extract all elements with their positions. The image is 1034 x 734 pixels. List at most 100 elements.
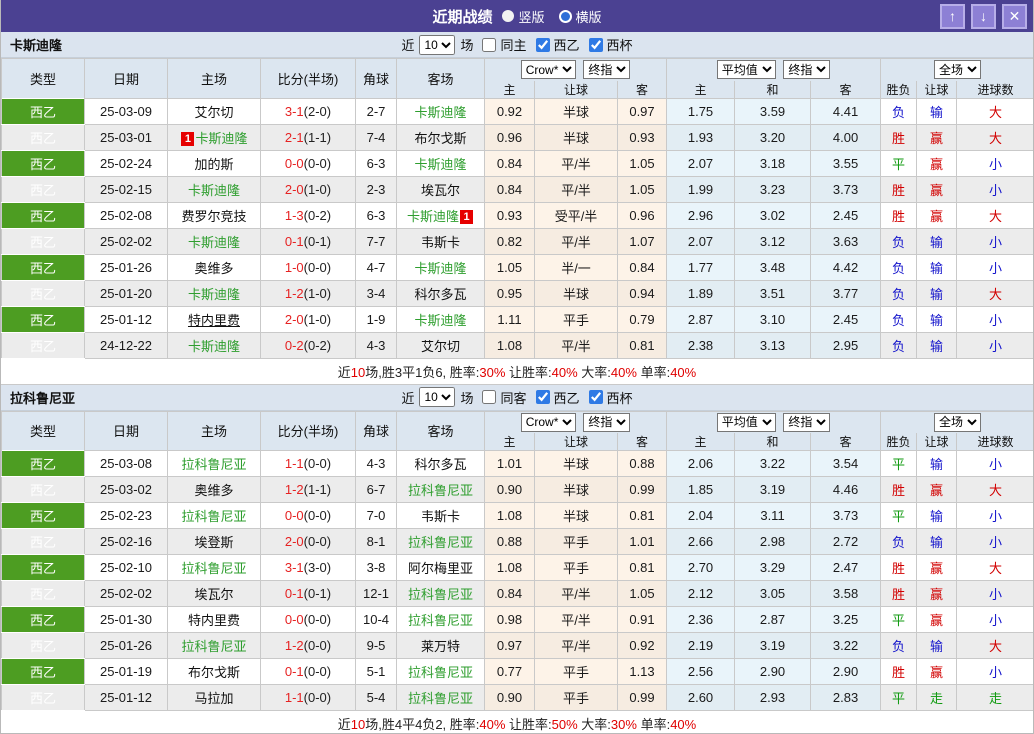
team-link[interactable]: 阿尔梅里亚 — [408, 561, 473, 576]
odds-time-select[interactable]: 终指 — [583, 60, 631, 80]
team-link[interactable]: 卡斯迪隆 — [414, 105, 466, 120]
odds-source-select[interactable]: Crow* — [520, 412, 576, 432]
result-cell: 负 — [880, 331, 918, 359]
team-link[interactable]: 卡斯迪隆 — [188, 287, 240, 302]
team-link[interactable]: 卡斯迪隆 — [414, 313, 466, 328]
team-link[interactable]: 埃瓦尔 — [194, 587, 233, 602]
fulltime-select[interactable]: 全场 — [934, 60, 982, 80]
team-link[interactable]: 拉科鲁尼亚 — [181, 457, 246, 472]
cup-label[interactable]: 西杯 — [607, 35, 633, 54]
team-link[interactable]: 奥维多 — [194, 261, 233, 276]
odds-cell: 0.84 — [616, 253, 668, 281]
team-link[interactable]: 卡斯迪隆 — [414, 261, 466, 276]
home-team-cell: 拉科鲁尼亚 — [167, 554, 261, 581]
date-cell: 25-03-09 — [84, 97, 168, 125]
avg-odds-cell: 2.47 — [810, 554, 882, 581]
team-link[interactable]: 艾尔切 — [421, 339, 460, 354]
team-link[interactable]: 特内里费 — [188, 613, 240, 628]
home-team-cell: 卡斯迪隆 — [167, 227, 261, 255]
odds-source-select[interactable]: Crow* — [520, 60, 576, 80]
scroll-down-button[interactable]: ↓ — [971, 3, 996, 29]
team-link[interactable]: 卡斯迪隆 — [195, 131, 247, 146]
topbar: 近期战绩 竖版 横版 ↑ ↓ ✕ — [1, 0, 1033, 32]
team-link[interactable]: 拉科鲁尼亚 — [408, 665, 473, 680]
team-link[interactable]: 埃瓦尔 — [421, 183, 460, 198]
team-link[interactable]: 加的斯 — [194, 157, 233, 172]
same-venue-label[interactable]: 同主 — [500, 35, 526, 54]
team-link[interactable]: 韦斯卡 — [421, 235, 460, 250]
league-label[interactable]: 西乙 — [554, 35, 580, 54]
match-row: 西乙 25-01-19 布尔戈斯 0-1(0-0) 5-1 拉科鲁尼亚 0.77 平手 1.13… — [1, 658, 1033, 685]
avg-odds-cell: 4.41 — [810, 97, 882, 125]
same-venue-label[interactable]: 同客 — [500, 388, 526, 407]
sub-header: 客 — [810, 80, 882, 99]
team-link[interactable]: 艾尔切 — [194, 105, 233, 120]
recent-count-select[interactable]: 10 — [419, 34, 456, 55]
same-venue-checkbox[interactable] — [482, 37, 497, 52]
page-title: 近期战绩 — [432, 8, 493, 26]
team-link[interactable]: 拉科鲁尼亚 — [181, 509, 246, 524]
home-team-cell: 加的斯 — [167, 149, 261, 177]
cup-checkbox[interactable] — [588, 37, 603, 52]
odds-cell: 1.07 — [616, 227, 668, 255]
radio-vertical[interactable]: 竖版 — [502, 7, 545, 26]
team-link[interactable]: 莱万特 — [421, 639, 460, 654]
team-link[interactable]: 马拉加 — [194, 691, 233, 706]
team-link[interactable]: 拉科鲁尼亚 — [408, 483, 473, 498]
team-link[interactable]: 卡斯迪隆 — [188, 339, 240, 354]
column-header: 日期 — [84, 58, 168, 98]
odds-time-select[interactable]: 终指 — [583, 412, 631, 432]
odds-cell: 平手 — [534, 554, 618, 581]
team-link[interactable]: 韦斯卡 — [421, 509, 460, 524]
team-link[interactable]: 卡斯迪隆 — [414, 157, 466, 172]
team-link[interactable]: 卡斯迪隆 — [188, 235, 240, 250]
team-link[interactable]: 科尔多瓦 — [414, 457, 466, 472]
team-link[interactable]: 特内里费 — [188, 313, 240, 328]
sub-header: 主 — [666, 80, 736, 99]
team-link[interactable]: 拉科鲁尼亚 — [408, 691, 473, 706]
league-checkbox[interactable] — [535, 390, 550, 404]
team-link[interactable]: 拉科鲁尼亚 — [181, 561, 246, 576]
avg-select[interactable]: 平均值 — [716, 412, 776, 432]
avg-time-select[interactable]: 终指 — [783, 412, 831, 432]
odds-cell: 半球 — [534, 502, 618, 529]
result-cell: 平 — [880, 606, 918, 633]
match-row: 西乙 25-01-12 马拉加 1-1(0-0) 5-4 拉科鲁尼亚 0.90 平手 0.99 2… — [1, 684, 1033, 711]
league-checkbox[interactable] — [535, 37, 550, 52]
avg-odds-cell: 3.73 — [810, 175, 882, 203]
avg-odds-cell: 2.72 — [810, 528, 882, 555]
team-link[interactable]: 布尔戈斯 — [188, 665, 240, 680]
close-button[interactable]: ✕ — [1002, 3, 1027, 29]
league-label[interactable]: 西乙 — [554, 388, 580, 407]
league-cell: 西乙 — [1, 580, 85, 607]
cup-checkbox[interactable] — [588, 390, 603, 404]
matches-table: 类型 日期 主场 比分(半场) 角球 客场 Crow* 终指 平均值 终指 全场 主让球客… — [1, 410, 1033, 711]
scroll-up-button[interactable]: ↑ — [940, 3, 965, 29]
avg-odds-cell: 2.87 — [666, 305, 736, 333]
avg-odds-cell: 3.22 — [734, 450, 812, 477]
team-link[interactable]: 拉科鲁尼亚 — [408, 613, 473, 628]
recent-count-select[interactable]: 10 — [419, 387, 456, 407]
team-link[interactable]: 埃登斯 — [194, 535, 233, 550]
team-link[interactable]: 奥维多 — [194, 483, 233, 498]
avg-select[interactable]: 平均值 — [716, 60, 776, 80]
match-row: 西乙 25-02-23 拉科鲁尼亚 0-0(0-0) 7-0 韦斯卡 1.08 半球 0.81 2… — [1, 502, 1033, 529]
result-cell: 小 — [956, 227, 1033, 255]
team-link[interactable]: 拉科鲁尼亚 — [408, 587, 473, 602]
away-team-cell: 布尔戈斯 — [396, 123, 485, 151]
avg-odds-cell: 3.23 — [734, 175, 812, 203]
cup-label[interactable]: 西杯 — [607, 388, 633, 407]
same-venue-checkbox[interactable] — [482, 390, 497, 404]
team-link[interactable]: 拉科鲁尼亚 — [408, 535, 473, 550]
team-link[interactable]: 卡斯迪隆 — [188, 183, 240, 198]
team-link[interactable]: 卡斯迪隆 — [407, 209, 459, 224]
fulltime-select[interactable]: 全场 — [934, 412, 982, 432]
avg-odds-cell: 2.06 — [666, 450, 736, 477]
team-link[interactable]: 费罗尔竞技 — [181, 209, 246, 224]
avg-time-select[interactable]: 终指 — [783, 60, 831, 80]
team-link[interactable]: 拉科鲁尼亚 — [181, 639, 246, 654]
team-link[interactable]: 布尔戈斯 — [414, 131, 466, 146]
radio-horizontal[interactable]: 横版 — [558, 7, 602, 26]
team-link[interactable]: 科尔多瓦 — [414, 287, 466, 302]
corner-cell: 8-1 — [355, 528, 397, 555]
